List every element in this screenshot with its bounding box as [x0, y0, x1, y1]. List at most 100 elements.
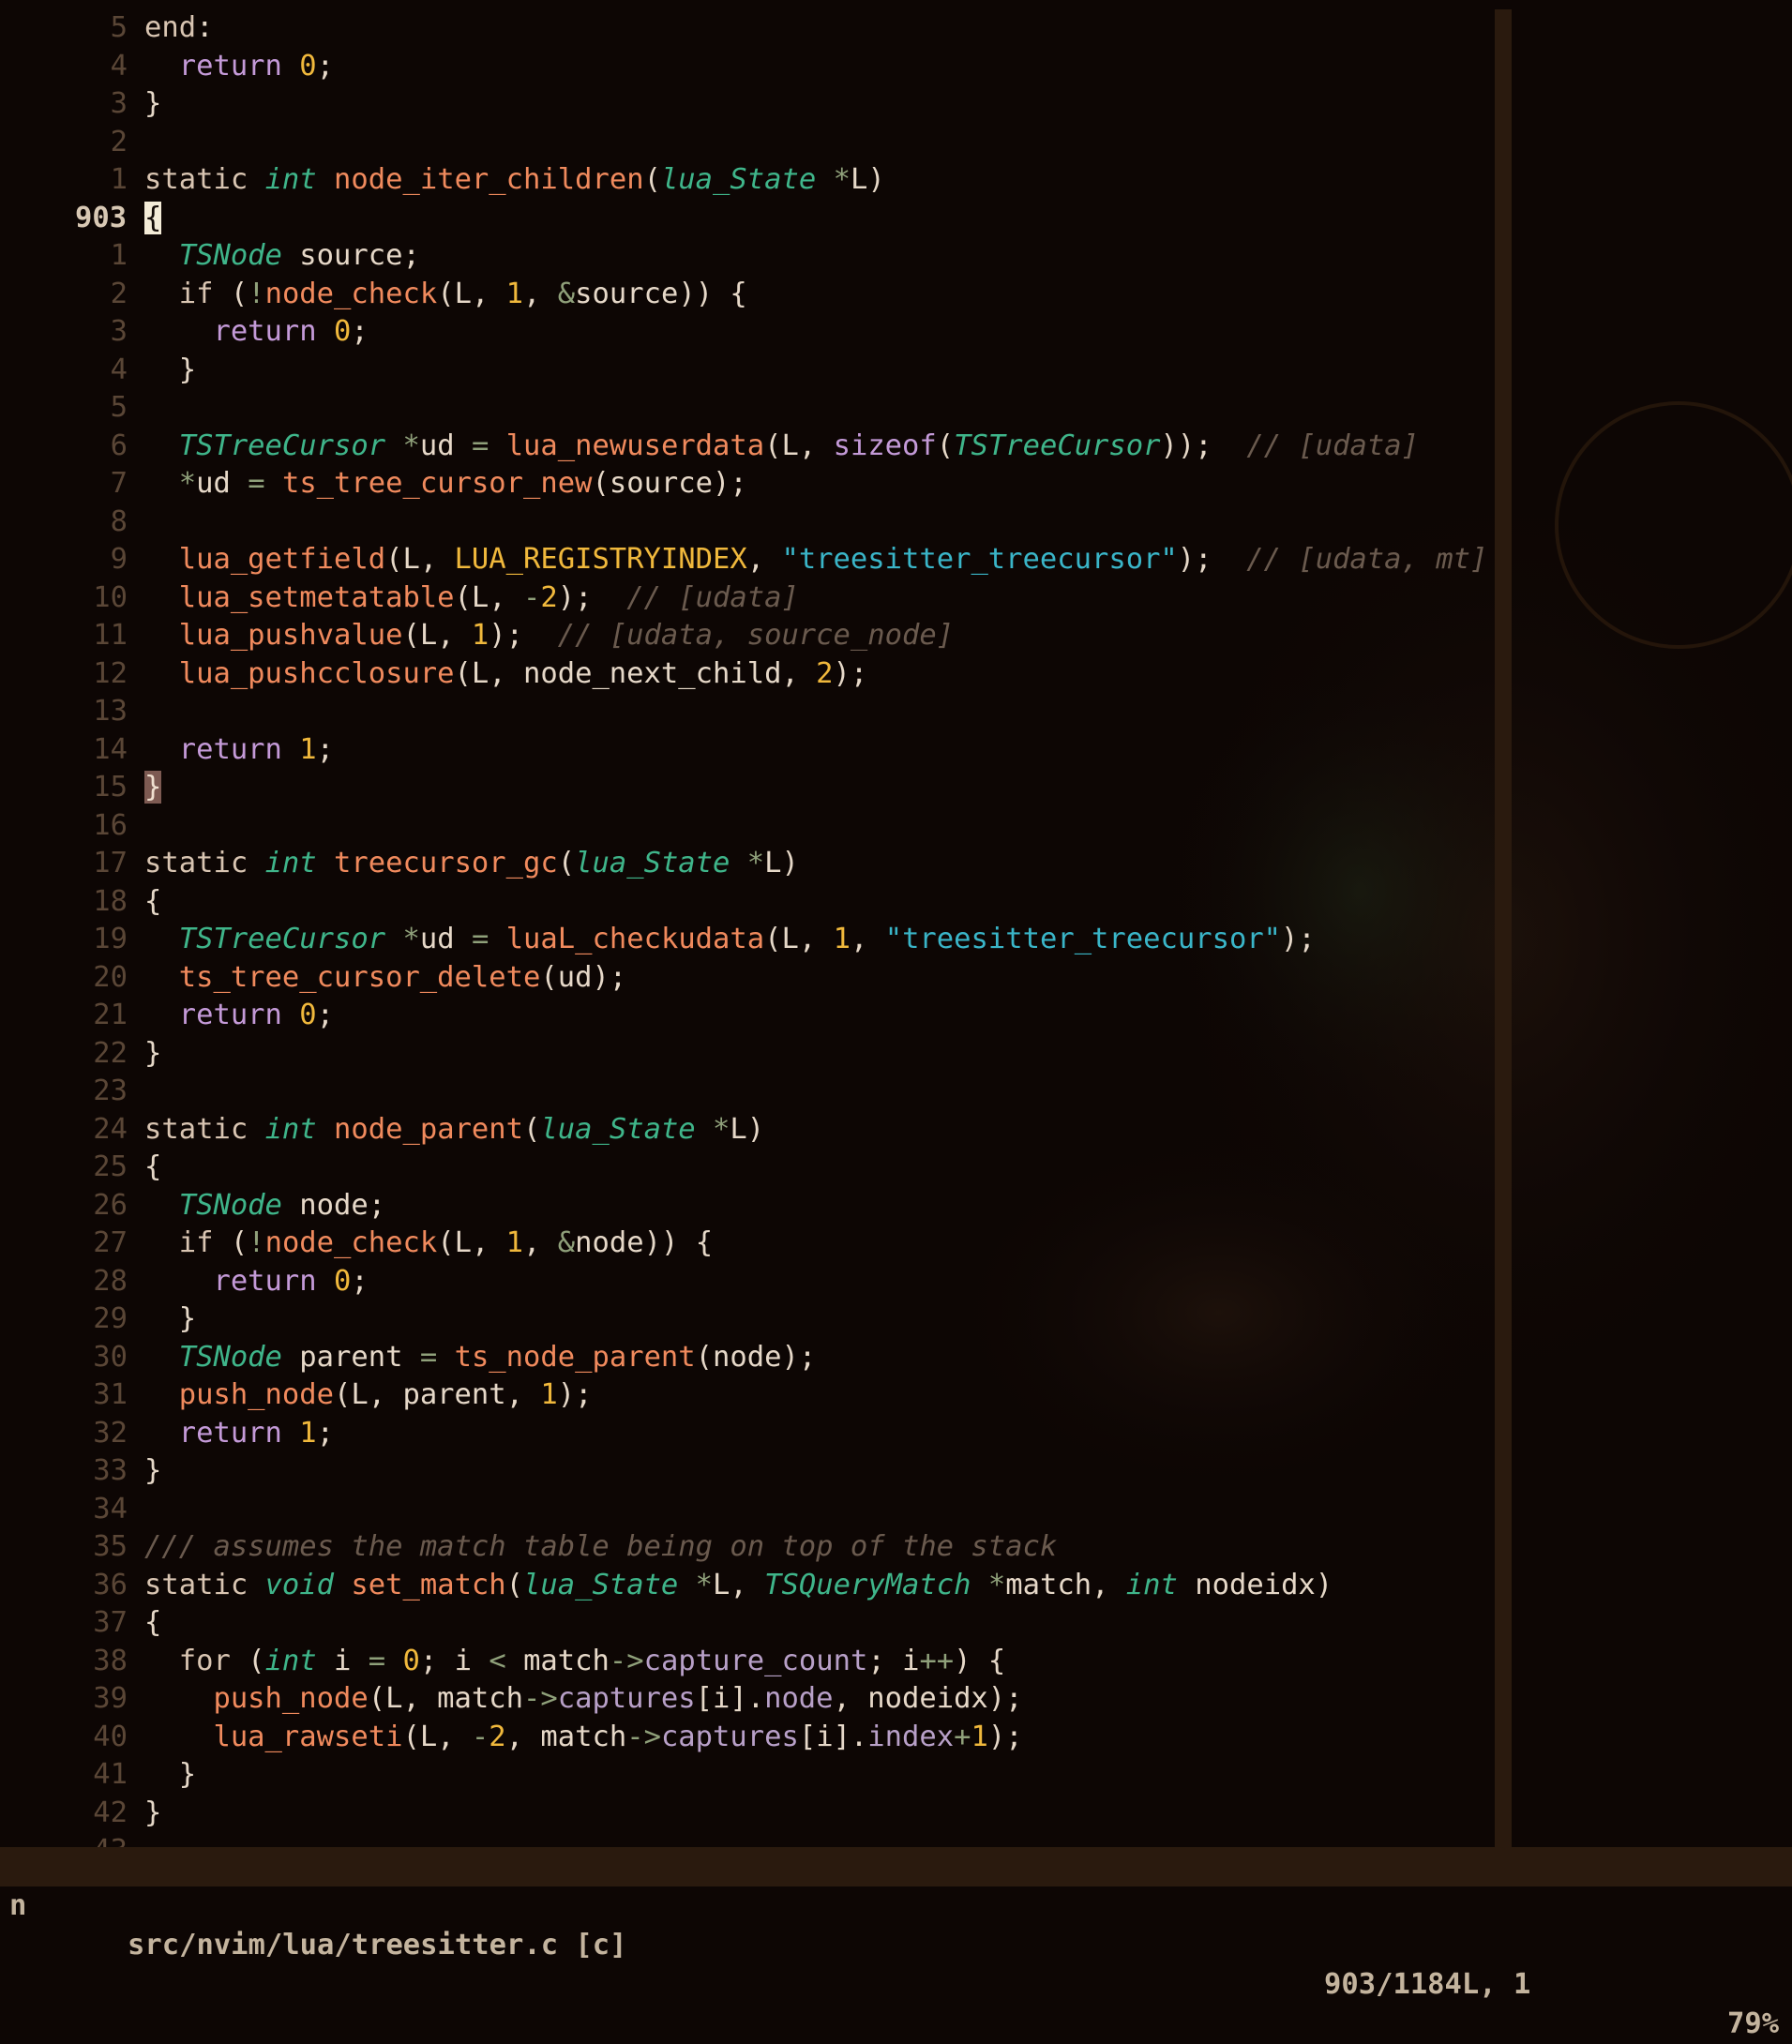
code-line[interactable]: 22}	[0, 1035, 1493, 1073]
code-line[interactable]: 27 if (!node_check(L, 1, &node)) {	[0, 1225, 1493, 1262]
token-fn: node_parent	[334, 1112, 524, 1146]
code-line[interactable]: 40 lua_rawseti(L, -2, match->captures[i]…	[0, 1719, 1493, 1756]
token-txt: {	[144, 1150, 162, 1183]
code-line[interactable]: 903 {	[0, 200, 1493, 237]
code-line[interactable]: 42}	[0, 1795, 1493, 1832]
token-type: TSQueryMatch	[764, 1568, 971, 1601]
code-line[interactable]: 24 static int node_parent(lua_State *L)	[0, 1111, 1493, 1149]
code-text: }	[144, 85, 161, 123]
line-number: 8	[110, 504, 128, 538]
code-line[interactable]: 34	[0, 1491, 1493, 1528]
line-number: 39	[93, 1682, 128, 1715]
token-num: 2	[540, 580, 558, 614]
line-number: 23	[93, 1075, 128, 1107]
code-text: {	[144, 883, 161, 921]
code-line[interactable]: 10 lua_setmetatable(L, -2); // [udata]	[0, 579, 1493, 617]
token-txt: (ud);	[540, 960, 627, 994]
code-line[interactable]: 29 }	[0, 1300, 1493, 1338]
code-line[interactable]: 5	[0, 389, 1493, 427]
code-line[interactable]: 7 *ud = ts_tree_cursor_new(source);	[0, 465, 1493, 503]
code-line[interactable]: 15}	[0, 769, 1493, 806]
code-text: }	[144, 1300, 196, 1338]
code-line[interactable]: 28 return 0;	[0, 1263, 1493, 1300]
code-line[interactable]: 16	[0, 807, 1493, 845]
code-line[interactable]: 12 lua_pushcclosure(L, node_next_child, …	[0, 655, 1493, 693]
code-line[interactable]: 2	[0, 124, 1493, 161]
code-line[interactable]: 39 push_node(L, match->captures[i].node,…	[0, 1680, 1493, 1718]
token-txt: {	[144, 884, 162, 918]
code-editor-pane[interactable]: 5 end: 4 return 0; 3} 2 1 static int node_iter…	[0, 9, 1493, 1847]
code-line[interactable]: 4 }	[0, 352, 1493, 389]
token-txt: }	[144, 1302, 197, 1335]
code-line[interactable]: 9 lua_getfield(L, LUA_REGISTRYINDEX, "tr…	[0, 541, 1493, 579]
code-line[interactable]: 41 }	[0, 1756, 1493, 1794]
line-number: 36	[93, 1568, 128, 1601]
token-kw: for	[178, 1644, 231, 1677]
code-line[interactable]: 2 if (!node_check(L, 1, &source)) {	[0, 276, 1493, 313]
code-line[interactable]: 43	[0, 1832, 1493, 1847]
code-line[interactable]: 25 {	[0, 1149, 1493, 1186]
code-line[interactable]: 18 {	[0, 883, 1493, 921]
code-line[interactable]: 31 push_node(L, parent, 1);	[0, 1376, 1493, 1414]
token-num: 1	[505, 277, 524, 310]
token-txt: ;	[351, 315, 369, 348]
code-line[interactable]: 19 TSTreeCursor *ud = luaL_checkudata(L,…	[0, 921, 1493, 958]
token-kw: end	[144, 11, 197, 44]
cursor: {	[144, 201, 162, 234]
code-text: static void set_match(lua_State *L, TSQu…	[144, 1567, 1333, 1604]
token-txt: (node);	[695, 1340, 817, 1374]
code-line[interactable]: 35 /// assumes the match table being on t…	[0, 1528, 1493, 1566]
token-txt: }	[144, 87, 162, 120]
code-line[interactable]: 3 return 0;	[0, 313, 1493, 351]
code-line[interactable]: 1 TSNode source;	[0, 237, 1493, 275]
code-line[interactable]: 6 TSTreeCursor *ud = lua_newuserdata(L, …	[0, 428, 1493, 465]
token-field: capture_count	[643, 1644, 868, 1677]
token-txt: ud	[196, 467, 248, 500]
code-line[interactable]: 8	[0, 503, 1493, 541]
token-txt: (	[936, 428, 955, 462]
line-number: 9	[110, 543, 128, 576]
line-number: 43	[0, 1832, 144, 1847]
code-line[interactable]: 23	[0, 1073, 1493, 1110]
token-num: 2	[816, 656, 834, 690]
code-line[interactable]: 17 static int treecursor_gc(lua_State *L)	[0, 845, 1493, 882]
token-ret: return	[213, 315, 317, 348]
code-line[interactable]: 33}	[0, 1452, 1493, 1490]
code-line[interactable]: 3}	[0, 85, 1493, 123]
line-number: 21	[93, 999, 128, 1031]
token-num: 1	[540, 1378, 558, 1411]
token-kw: static	[144, 847, 248, 879]
status-cursor-position: 903/1184L, 1	[1324, 1968, 1531, 2001]
code-line[interactable]: 21 return 0;	[0, 997, 1493, 1034]
token-txt: }	[144, 1454, 162, 1487]
code-line[interactable]: 30 TSNode parent = ts_node_parent(node);	[0, 1339, 1493, 1376]
token-op: !	[248, 277, 265, 310]
code-line[interactable]: 11 lua_pushvalue(L, 1); // [udata, sourc…	[0, 617, 1493, 654]
code-line[interactable]: 20 ts_tree_cursor_delete(ud);	[0, 959, 1493, 997]
code-line[interactable]: 36 static void set_match(lua_State *L, TS…	[0, 1567, 1493, 1604]
token-txt: (	[230, 1644, 265, 1677]
code-line[interactable]: 4 return 0;	[0, 48, 1493, 85]
token-txt: , match	[505, 1720, 627, 1753]
code-line[interactable]: 14 return 1;	[0, 731, 1493, 769]
token-num: 1	[299, 1416, 317, 1450]
code-line[interactable]: 5 end:	[0, 9, 1493, 47]
code-line[interactable]: 1 static int node_iter_children(lua_State…	[0, 161, 1493, 199]
token-kw: if	[178, 277, 214, 310]
code-line[interactable]: 37 {	[0, 1604, 1493, 1642]
token-txt: (L,	[764, 428, 834, 462]
token-num: 0	[299, 999, 317, 1031]
code-line[interactable]: 38 for (int i = 0; i < match->capture_co…	[0, 1643, 1493, 1680]
code-line[interactable]: 26 TSNode node;	[0, 1187, 1493, 1225]
token-txt: ));	[1160, 428, 1247, 462]
code-line[interactable]: 32 return 1;	[0, 1415, 1493, 1452]
code-line[interactable]: 13	[0, 693, 1493, 730]
code-text: static int treecursor_gc(lua_State *L)	[144, 845, 799, 882]
token-str: "treesitter_treecursor"	[781, 543, 1178, 576]
line-number: 37	[93, 1606, 128, 1639]
